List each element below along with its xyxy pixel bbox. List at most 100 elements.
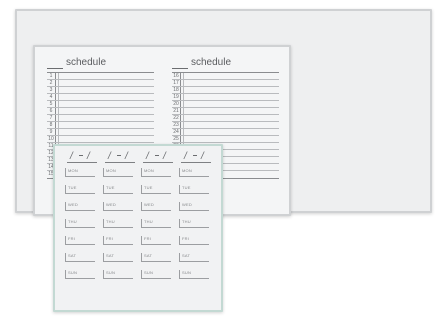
date-field: / /: [179, 151, 211, 164]
day-label: SAT: [182, 253, 191, 258]
row-number: 5: [47, 101, 56, 107]
schedule-row: 23: [172, 122, 279, 129]
slot-tick: [179, 202, 180, 210]
slot-line: [141, 278, 171, 279]
row-number: 17: [172, 80, 181, 86]
schedule-row: 20: [172, 101, 279, 108]
row-divider: [58, 136, 59, 142]
row-number: 10: [47, 136, 56, 142]
header-blank-line: [47, 68, 63, 69]
slot-line: [103, 244, 133, 245]
row-number: 20: [172, 101, 181, 107]
row-divider: [183, 115, 184, 121]
row-number: 25: [172, 136, 181, 142]
slot-tick: [141, 236, 142, 244]
day-label: TUE: [106, 185, 115, 190]
schedule-header-right: schedule: [172, 57, 277, 71]
slot-tick: [103, 185, 104, 193]
day-label: SUN: [68, 270, 78, 275]
day-label: THU: [68, 219, 77, 224]
row-divider: [183, 122, 184, 128]
day-label: THU: [182, 219, 191, 224]
date-slash: /: [87, 151, 90, 162]
schedule-row: 22: [172, 115, 279, 122]
slot-tick: [179, 253, 180, 261]
row-divider: [58, 115, 59, 121]
day-slot: MON: [65, 168, 97, 177]
slot-line: [65, 244, 95, 245]
slot-tick: [103, 219, 104, 227]
day-slot: THU: [103, 219, 135, 228]
row-number: 19: [172, 94, 181, 100]
row-divider: [183, 108, 184, 114]
slot-tick: [179, 219, 180, 227]
date-dash: [79, 155, 83, 156]
slot-line: [141, 244, 171, 245]
slot-tick: [103, 253, 104, 261]
date-underline: [105, 162, 135, 163]
schedule-label: schedule: [66, 57, 107, 68]
slot-line: [103, 193, 133, 194]
slot-tick: [103, 270, 104, 278]
date-underline: [181, 162, 211, 163]
day-slot: FRI: [103, 236, 135, 245]
date-slash: /: [108, 151, 111, 162]
slot-line: [179, 210, 209, 211]
day-slot: SAT: [141, 253, 173, 262]
slot-line: [179, 244, 209, 245]
row-divider: [58, 129, 59, 135]
row-divider: [183, 94, 184, 100]
slot-tick: [103, 202, 104, 210]
day-label: WED: [182, 202, 192, 207]
day-slot: SUN: [65, 270, 97, 279]
slot-line: [141, 210, 171, 211]
row-divider: [58, 108, 59, 114]
day-slot: WED: [141, 202, 173, 211]
schedule-row: 10: [47, 136, 154, 143]
row-divider: [183, 73, 184, 79]
row-number: 22: [172, 115, 181, 121]
slot-tick: [141, 253, 142, 261]
schedule-row: 24: [172, 129, 279, 136]
date-slash: /: [70, 151, 73, 162]
date-field: / /: [65, 151, 97, 164]
date-underline: [143, 162, 173, 163]
slot-tick: [141, 270, 142, 278]
day-label: WED: [106, 202, 116, 207]
slot-line: [141, 261, 171, 262]
slot-tick: [65, 168, 66, 176]
day-label: TUE: [144, 185, 153, 190]
weekly-planner-board: / / MON TUE WED THU FRI SAT SUN / / MON TUE WED THU FRI…: [53, 144, 223, 312]
row-number: 7: [47, 115, 56, 121]
day-slot: TUE: [65, 185, 97, 194]
slot-line: [103, 176, 133, 177]
slot-line: [179, 193, 209, 194]
date-slash: /: [146, 151, 149, 162]
day-label: MON: [144, 168, 154, 173]
schedule-row: 19: [172, 94, 279, 101]
day-label: SUN: [182, 270, 192, 275]
day-label: WED: [68, 202, 78, 207]
slot-line: [103, 261, 133, 262]
row-number: 8: [47, 122, 56, 128]
date-field: / /: [103, 151, 135, 164]
day-slot: FRI: [65, 236, 97, 245]
day-slot: TUE: [179, 185, 211, 194]
slot-tick: [141, 168, 142, 176]
schedule-row: 2: [47, 80, 154, 87]
schedule-row: 5: [47, 101, 154, 108]
day-slot: THU: [179, 219, 211, 228]
day-slot: SUN: [103, 270, 135, 279]
day-label: MON: [106, 168, 116, 173]
slot-tick: [65, 185, 66, 193]
slot-tick: [103, 236, 104, 244]
day-slot: SAT: [65, 253, 97, 262]
day-slot: FRI: [179, 236, 211, 245]
date-underline: [67, 162, 97, 163]
slot-tick: [65, 253, 66, 261]
date-field: / /: [141, 151, 173, 164]
row-divider: [58, 101, 59, 107]
day-slot: FRI: [141, 236, 173, 245]
day-label: SUN: [106, 270, 116, 275]
slot-tick: [141, 202, 142, 210]
